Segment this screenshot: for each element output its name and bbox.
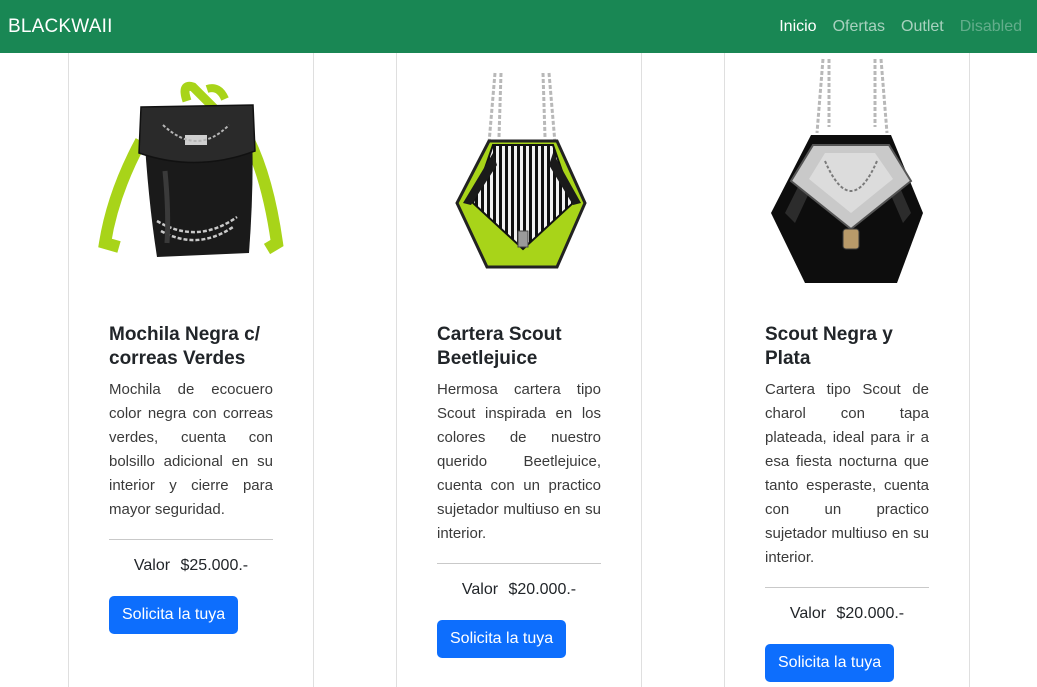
price-label: Valor [461, 581, 499, 598]
price-label: Valor [789, 605, 827, 622]
price-value: $20.000.- [508, 581, 577, 598]
nav-links: Inicio Ofertas Outlet Disabled [779, 18, 1022, 36]
striped-bag-image [455, 72, 587, 269]
brand-logo[interactable]: BLACKWAII [8, 16, 113, 38]
product-card: Scout Negra y Plata Cartera tipo Scout d… [724, 53, 970, 687]
price-label: Valor [133, 557, 171, 574]
product-description: Cartera tipo Scout de charol con tapa pl… [765, 381, 929, 566]
card-body: Cartera Scout Beetlejuice Hermosa carter… [437, 323, 601, 658]
product-description: Mochila de ecocuero color negra con corr… [109, 381, 273, 518]
nav-link-ofertas[interactable]: Ofertas [833, 18, 885, 36]
product-card: Mochila Negra c/ correas Verdes Mochila … [68, 53, 314, 687]
backpack-image [98, 81, 284, 257]
nav-link-disabled: Disabled [959, 17, 1022, 35]
price-value: $25.000.- [180, 557, 249, 574]
product-description: Hermosa cartera tipo Scout inspirada en … [437, 381, 601, 542]
request-button[interactable]: Solicita la tuya [765, 644, 895, 682]
card-body: Mochila Negra c/ correas Verdes Mochila … [109, 323, 273, 634]
divider [765, 587, 929, 588]
nav-link-inicio[interactable]: Inicio [779, 18, 816, 36]
request-button[interactable]: Solicita la tuya [437, 620, 567, 658]
divider [437, 563, 601, 564]
request-button[interactable]: Solicita la tuya [109, 596, 239, 634]
product-title: Mochila Negra c/ correas Verdes [109, 324, 260, 369]
navbar: BLACKWAII Inicio Ofertas Outlet Disabled [0, 0, 1037, 53]
price-row: Valor $20.000.- [437, 579, 601, 601]
price-value: $20.000.- [836, 605, 905, 622]
price-row: Valor $25.000.- [109, 555, 273, 577]
product-title: Cartera Scout Beetlejuice [437, 324, 562, 369]
silver-bag-image [771, 58, 923, 283]
nav-link-outlet[interactable]: Outlet [901, 18, 944, 36]
price-row: Valor $20.000.- [765, 603, 929, 625]
product-card: Cartera Scout Beetlejuice Hermosa carter… [396, 53, 642, 687]
product-title: Scout Negra y Plata [765, 324, 893, 369]
card-body: Scout Negra y Plata Cartera tipo Scout d… [765, 323, 929, 682]
divider [109, 539, 273, 540]
